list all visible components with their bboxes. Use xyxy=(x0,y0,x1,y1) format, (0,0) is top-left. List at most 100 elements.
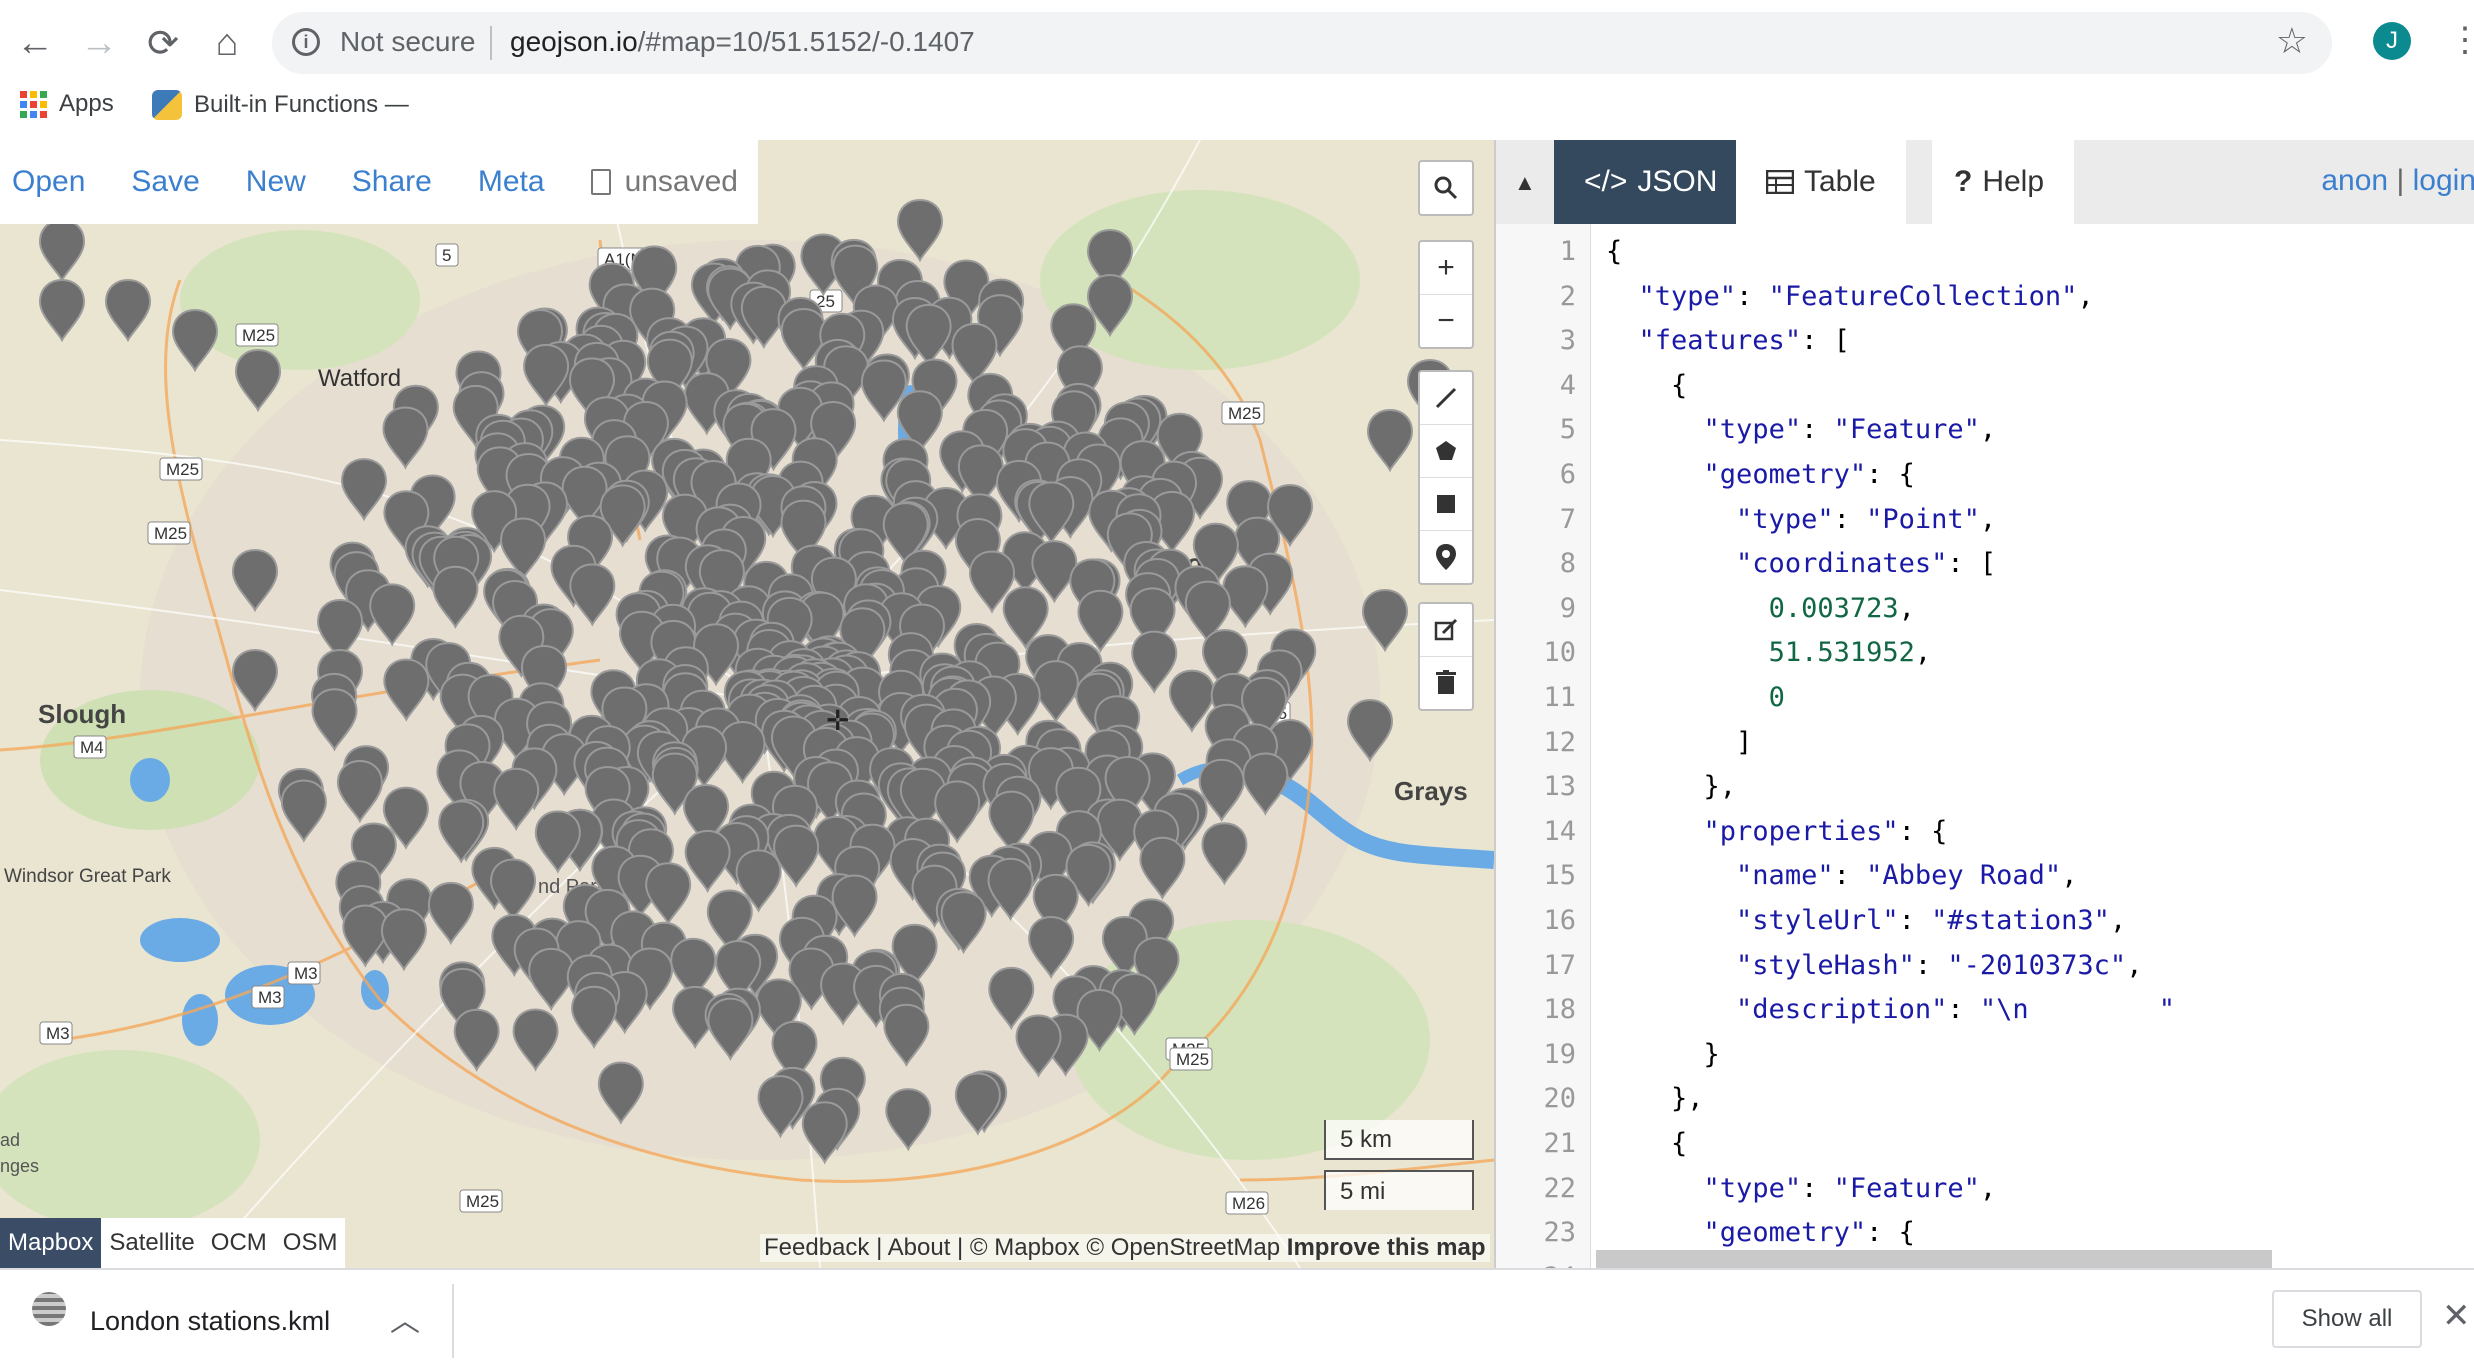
code-text: "features": [ xyxy=(1638,325,1850,357)
browser-chrome: ← → ⟳ ⌂ i Not secure geojson.io/#map=10/… xyxy=(0,0,2474,141)
bookmark-apps[interactable]: Apps xyxy=(20,90,114,118)
menu-save[interactable]: Save xyxy=(131,165,199,199)
url-text[interactable]: geojson.io/#map=10/51.5152/-0.1407 xyxy=(510,26,975,58)
line-number: 16 xyxy=(1543,905,1576,936)
layer-satellite[interactable]: Satellite xyxy=(101,1218,203,1268)
line-number: 18 xyxy=(1543,994,1576,1026)
road-label: M25 xyxy=(242,326,275,345)
menu-meta[interactable]: Meta xyxy=(478,165,545,199)
layer-switcher: Mapbox Satellite OCM OSM xyxy=(0,1218,346,1268)
line-number: 7 xyxy=(1559,503,1576,535)
zoom-out-button[interactable]: − xyxy=(1420,294,1472,347)
map-center-marker: ✛ xyxy=(826,705,849,736)
json-editor[interactable]: 1 {2 "type": "FeatureCollection", 3 "featu… xyxy=(1496,224,2474,1268)
tab-json[interactable]: </> JSON xyxy=(1554,140,1748,224)
search-control[interactable] xyxy=(1418,160,1474,216)
road-label: M25 xyxy=(466,1192,499,1211)
road-label: M25 xyxy=(1228,404,1261,423)
code-text: 0.003723, xyxy=(1768,592,1915,624)
map-canvas[interactable]: Watford Slough Windsor Great Park Grays … xyxy=(0,140,1494,1268)
chevron-up-icon[interactable]: ︿ xyxy=(390,1296,420,1340)
zoom-in-button[interactable]: + xyxy=(1420,242,1472,294)
edit-layers-icon[interactable] xyxy=(1420,604,1472,656)
table-icon xyxy=(1766,170,1794,194)
line-number: 5 xyxy=(1559,414,1576,446)
layer-osm[interactable]: OSM xyxy=(274,1218,346,1268)
delete-layers-icon[interactable] xyxy=(1420,656,1472,709)
attribution-links[interactable]: Feedback | About | © Mapbox © OpenStreet… xyxy=(764,1234,1280,1261)
reload-icon[interactable]: ⟳ xyxy=(138,18,188,68)
menu-share[interactable]: Share xyxy=(352,165,432,199)
place-label: Grays xyxy=(1394,776,1468,806)
search-icon[interactable] xyxy=(1420,162,1472,214)
line-number: 8 xyxy=(1559,548,1576,580)
tab-table[interactable]: Table xyxy=(1736,140,1906,224)
code-text: "type": "Feature", xyxy=(1703,414,1997,446)
scale-km: 5 km xyxy=(1324,1120,1474,1160)
pane-header: ▲ </> JSON Table ? Help anon | login xyxy=(1496,140,2474,224)
bookmark-star-icon[interactable]: ☆ xyxy=(2276,20,2308,62)
editor-pane: ▲ </> JSON Table ? Help anon | login 1 {2… xyxy=(1494,140,2474,1268)
line-number: 6 xyxy=(1559,459,1576,490)
line-number: 2 xyxy=(1559,280,1576,312)
line-number: 12 xyxy=(1543,726,1576,758)
scale-mi: 5 mi xyxy=(1324,1170,1474,1210)
account-links: anon | login xyxy=(2321,164,2474,198)
draw-rectangle-icon[interactable] xyxy=(1420,477,1472,530)
draw-line-icon[interactable] xyxy=(1420,372,1472,424)
menu-open[interactable]: Open xyxy=(12,165,85,199)
code-text: "properties": { xyxy=(1703,815,1948,847)
road-label: M3 xyxy=(258,988,282,1007)
code-text: "type": "Point", xyxy=(1736,503,1997,535)
draw-marker-icon[interactable] xyxy=(1420,530,1472,583)
home-icon[interactable]: ⌂ xyxy=(202,18,252,68)
info-icon[interactable]: i xyxy=(292,28,320,56)
url-host: geojson.io xyxy=(510,26,638,57)
tab-label: Help xyxy=(1982,165,2045,198)
code-text: ] xyxy=(1606,726,1753,758)
code-text: "styleUrl": "#station3", xyxy=(1736,905,2127,936)
layer-ocm[interactable]: OCM xyxy=(202,1218,275,1268)
profile-avatar[interactable]: J xyxy=(2373,22,2411,60)
back-icon[interactable]: ← xyxy=(10,18,60,68)
address-bar[interactable]: i Not secure geojson.io/#map=10/51.5152/… xyxy=(272,12,2332,74)
security-label: Not secure xyxy=(340,26,476,57)
tab-label: JSON xyxy=(1637,165,1718,198)
line-number: 19 xyxy=(1543,1038,1576,1070)
code-icon: </> xyxy=(1584,165,1628,198)
tab-help[interactable]: ? Help xyxy=(1932,140,2075,224)
divider xyxy=(452,1284,454,1358)
forward-icon[interactable]: → xyxy=(74,18,124,68)
line-number: 9 xyxy=(1559,592,1576,624)
zoom-control: + − xyxy=(1418,240,1474,349)
close-icon[interactable]: ✕ xyxy=(2442,1296,2471,1336)
account-separator: | xyxy=(2396,164,2405,197)
code-text: { xyxy=(1606,369,1688,401)
improve-map-link[interactable]: Improve this map xyxy=(1287,1234,1486,1261)
bookmark-builtin-functions[interactable]: Built-in Functions — xyxy=(152,90,409,120)
code-text: }, xyxy=(1606,1083,1704,1115)
horizontal-scrollbar[interactable] xyxy=(1596,1250,2272,1268)
map-view[interactable]: Watford Slough Windsor Great Park Grays … xyxy=(0,140,1494,1268)
road-label: M25 xyxy=(154,524,187,543)
code-text: "description": "\n " xyxy=(1736,994,2175,1026)
divider xyxy=(490,26,492,60)
menu-kebab-icon[interactable]: ⋮ xyxy=(2448,20,2474,60)
line-number: 1 xyxy=(1559,236,1576,267)
downloads-bar: London stations.kml ︿ Show all ✕ xyxy=(0,1268,2474,1370)
code-text: { xyxy=(1606,236,1623,267)
show-all-button[interactable]: Show all xyxy=(2272,1290,2422,1348)
menu-new[interactable]: New xyxy=(246,165,306,199)
line-number: 4 xyxy=(1559,369,1576,401)
line-number: 3 xyxy=(1559,325,1576,357)
draw-polygon-icon[interactable] xyxy=(1420,424,1472,477)
edit-toolbar xyxy=(1418,602,1474,711)
download-filename[interactable]: London stations.kml xyxy=(90,1306,330,1337)
kml-file-icon xyxy=(32,1292,66,1326)
code-text: "type": "FeatureCollection", xyxy=(1638,280,2094,312)
layer-mapbox[interactable]: Mapbox xyxy=(0,1218,102,1268)
line-number: 13 xyxy=(1543,771,1576,803)
anon-link[interactable]: anon xyxy=(2321,164,2388,197)
collapse-arrow-icon[interactable]: ▲ xyxy=(1514,170,1536,196)
login-link[interactable]: login xyxy=(2413,164,2474,197)
